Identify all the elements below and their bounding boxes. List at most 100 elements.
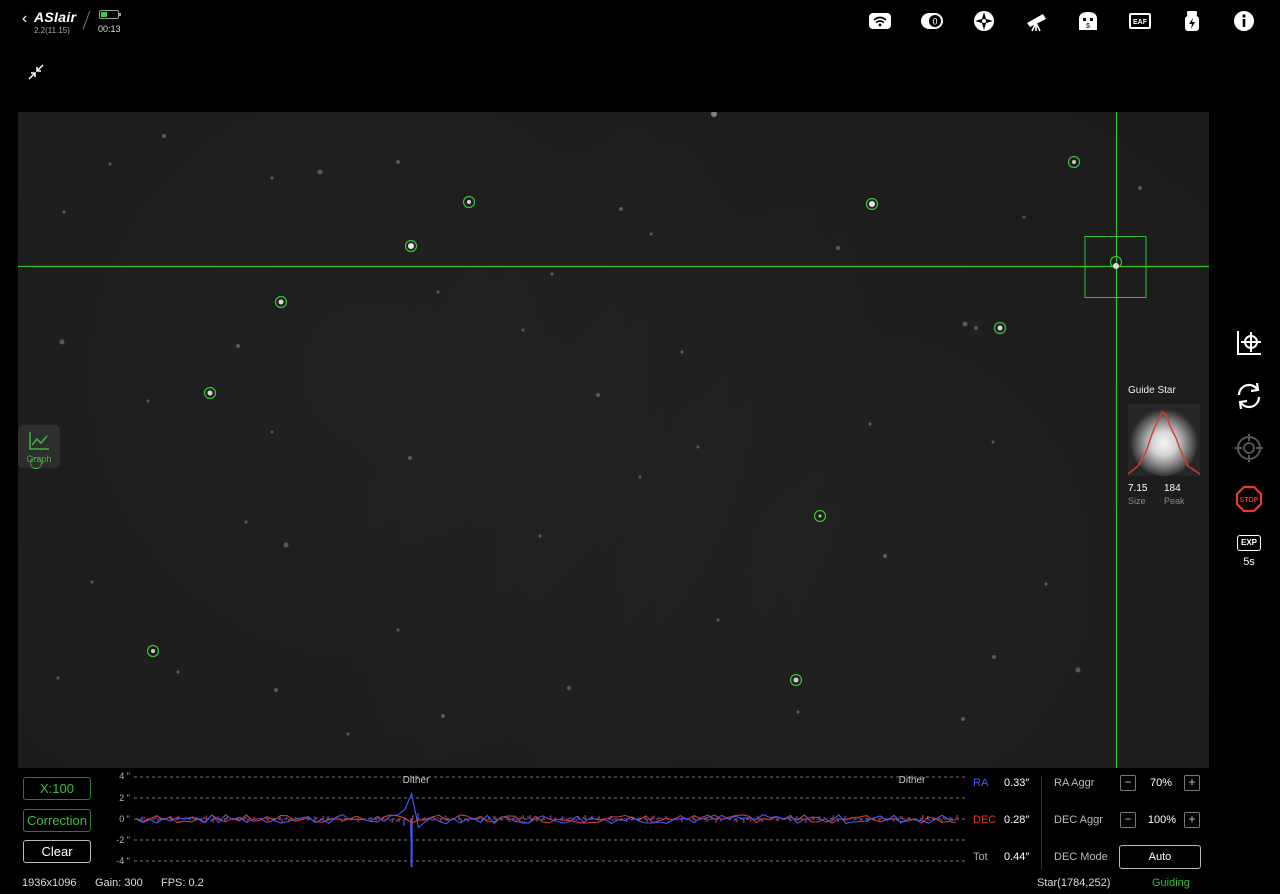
guide-star-panel: Guide Star 7.15 184 Size Peak: [1117, 378, 1209, 516]
correction-bar: [864, 817, 867, 819]
calibrate-icon[interactable]: [1233, 327, 1265, 359]
correction-bar: [334, 819, 336, 821]
ra-aggr-value: 70%: [1149, 777, 1173, 789]
correction-bar: [281, 819, 283, 823]
correction-bar: [419, 817, 421, 819]
correction-bar: [623, 817, 626, 819]
graph-toggle-button[interactable]: Graph: [18, 425, 60, 468]
collapse-icon[interactable]: [27, 63, 45, 81]
app-version: 2.2(11.15): [34, 26, 70, 35]
correction-bar: [458, 816, 460, 819]
power-box-icon[interactable]: $: [1076, 9, 1100, 33]
dec-aggr-plus-button[interactable]: +: [1184, 812, 1200, 828]
star-field: [18, 112, 1209, 768]
correction-bar: [437, 817, 440, 819]
correction-bar: [410, 819, 413, 867]
correction-bar: [444, 815, 447, 819]
correction-bar: [189, 819, 192, 821]
correction-bar: [922, 815, 924, 819]
info-icon[interactable]: [1232, 9, 1256, 33]
stop-icon[interactable]: STOP: [1233, 483, 1265, 515]
correction-bar: [527, 816, 529, 819]
guide-star-profile: [1128, 404, 1200, 476]
correction-bar: [584, 815, 586, 819]
ra-aggr-label: RA Aggr: [1054, 777, 1095, 789]
correction-bar: [143, 816, 145, 819]
star-marker: [274, 295, 288, 309]
target-icon[interactable]: [1233, 432, 1265, 464]
dec-mode-select[interactable]: Auto: [1119, 845, 1201, 869]
dither-label: Dither: [899, 775, 926, 786]
star-marker: [404, 239, 418, 253]
correction-bar: [928, 819, 931, 821]
top-bar: ‹ ASIair 2.2(11.15) 00:13 0 $ EAF: [0, 0, 1280, 44]
star-marker: [865, 197, 879, 211]
correction-bar: [494, 816, 497, 819]
correction-bar: [885, 817, 888, 819]
correction-bar: [508, 819, 511, 822]
correction-bar: [306, 819, 309, 821]
y-tick-label: -4 ": [116, 856, 130, 866]
correction-bar: [734, 819, 736, 821]
correction-bar: [646, 819, 648, 823]
guide-icon[interactable]: [972, 9, 996, 33]
correction-bar: [446, 817, 449, 819]
exp-value: 5s: [1243, 556, 1255, 568]
exposure-button[interactable]: EXP 5s: [1235, 535, 1263, 573]
correction-bar: [658, 816, 660, 819]
correction-button[interactable]: Correction: [23, 809, 91, 832]
correction-bar: [791, 819, 793, 821]
fps-status: FPS: 0.2: [161, 877, 204, 889]
y-tick-label: 4 ": [119, 771, 130, 781]
y-tick-label: 0 ": [119, 814, 130, 824]
svg-text:$: $: [1086, 23, 1090, 30]
graph-scale-button[interactable]: X:100: [23, 777, 91, 800]
correction-bar: [956, 815, 959, 819]
correction-bar: [844, 815, 846, 819]
guide-error-graph: 4 " 2 " 0 " -2 " -4 " Dither Dither: [116, 771, 968, 867]
correction-bar: [205, 815, 207, 819]
correction-bar: [899, 816, 901, 819]
correction-bar: [860, 819, 862, 821]
back-button[interactable]: ‹ ASIair 2.2(11.15): [20, 8, 90, 36]
power-icon[interactable]: [1180, 9, 1204, 33]
correction-bar: [570, 817, 573, 819]
correction-bar: [286, 817, 288, 819]
correction-bar: [830, 817, 833, 819]
exp-label: EXP: [1237, 535, 1261, 551]
guide-star-size: 7.15: [1128, 483, 1148, 494]
correction-bar: [563, 817, 566, 819]
y-tick-label: -2 ": [116, 835, 130, 845]
ra-aggr-minus-button[interactable]: −: [1120, 775, 1136, 791]
correction-bar: [637, 817, 640, 819]
ra-aggr-plus-button[interactable]: +: [1184, 775, 1200, 791]
guide-image-view[interactable]: [18, 112, 1209, 768]
correction-bar: [598, 815, 600, 819]
correction-bar: [391, 819, 394, 823]
correction-bar: [313, 816, 316, 819]
correction-bar: [412, 815, 414, 819]
wifi-icon[interactable]: [868, 9, 892, 33]
correction-bar: [549, 815, 552, 819]
filter-wheel-icon[interactable]: 0: [920, 9, 944, 33]
correction-bar: [651, 816, 653, 819]
stop-label: STOP: [1240, 497, 1259, 504]
dec-aggr-minus-button[interactable]: −: [1120, 812, 1136, 828]
size-caption: Size: [1128, 496, 1146, 506]
clear-button[interactable]: Clear: [23, 840, 91, 863]
ra-label: RA: [973, 777, 989, 789]
star-marker: [1067, 155, 1081, 169]
correction-bar: [630, 819, 633, 821]
correction-bar: [396, 819, 398, 822]
loop-icon[interactable]: [1233, 380, 1265, 412]
correction-bar: [853, 819, 855, 821]
correction-bar: [398, 819, 400, 822]
correction-bar: [244, 816, 247, 819]
correction-bar: [561, 816, 564, 819]
guide-crosshair: [18, 112, 1209, 768]
correction-bar: [954, 818, 957, 819]
telescope-icon[interactable]: [1024, 9, 1048, 33]
eaf-icon[interactable]: EAF: [1128, 9, 1152, 33]
correction-bar: [775, 819, 777, 821]
correction-bar: [536, 819, 538, 822]
